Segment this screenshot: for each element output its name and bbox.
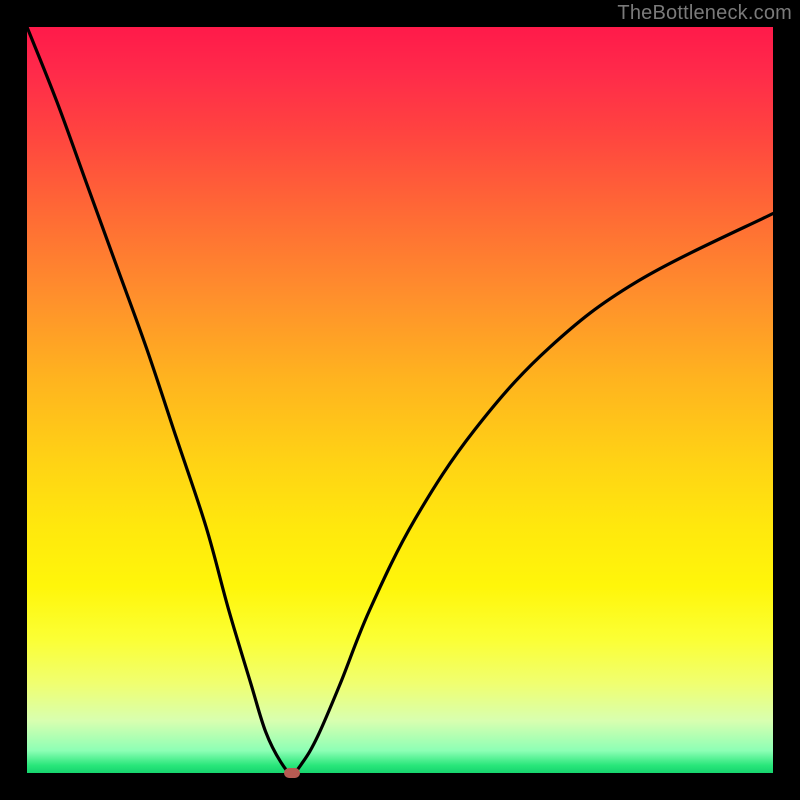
chart-frame: TheBottleneck.com xyxy=(0,0,800,800)
watermark-text: TheBottleneck.com xyxy=(617,2,792,25)
plot-area xyxy=(27,27,773,773)
minimum-marker xyxy=(284,768,300,778)
bottleneck-curve-path xyxy=(27,27,773,773)
curve-svg xyxy=(27,27,773,773)
